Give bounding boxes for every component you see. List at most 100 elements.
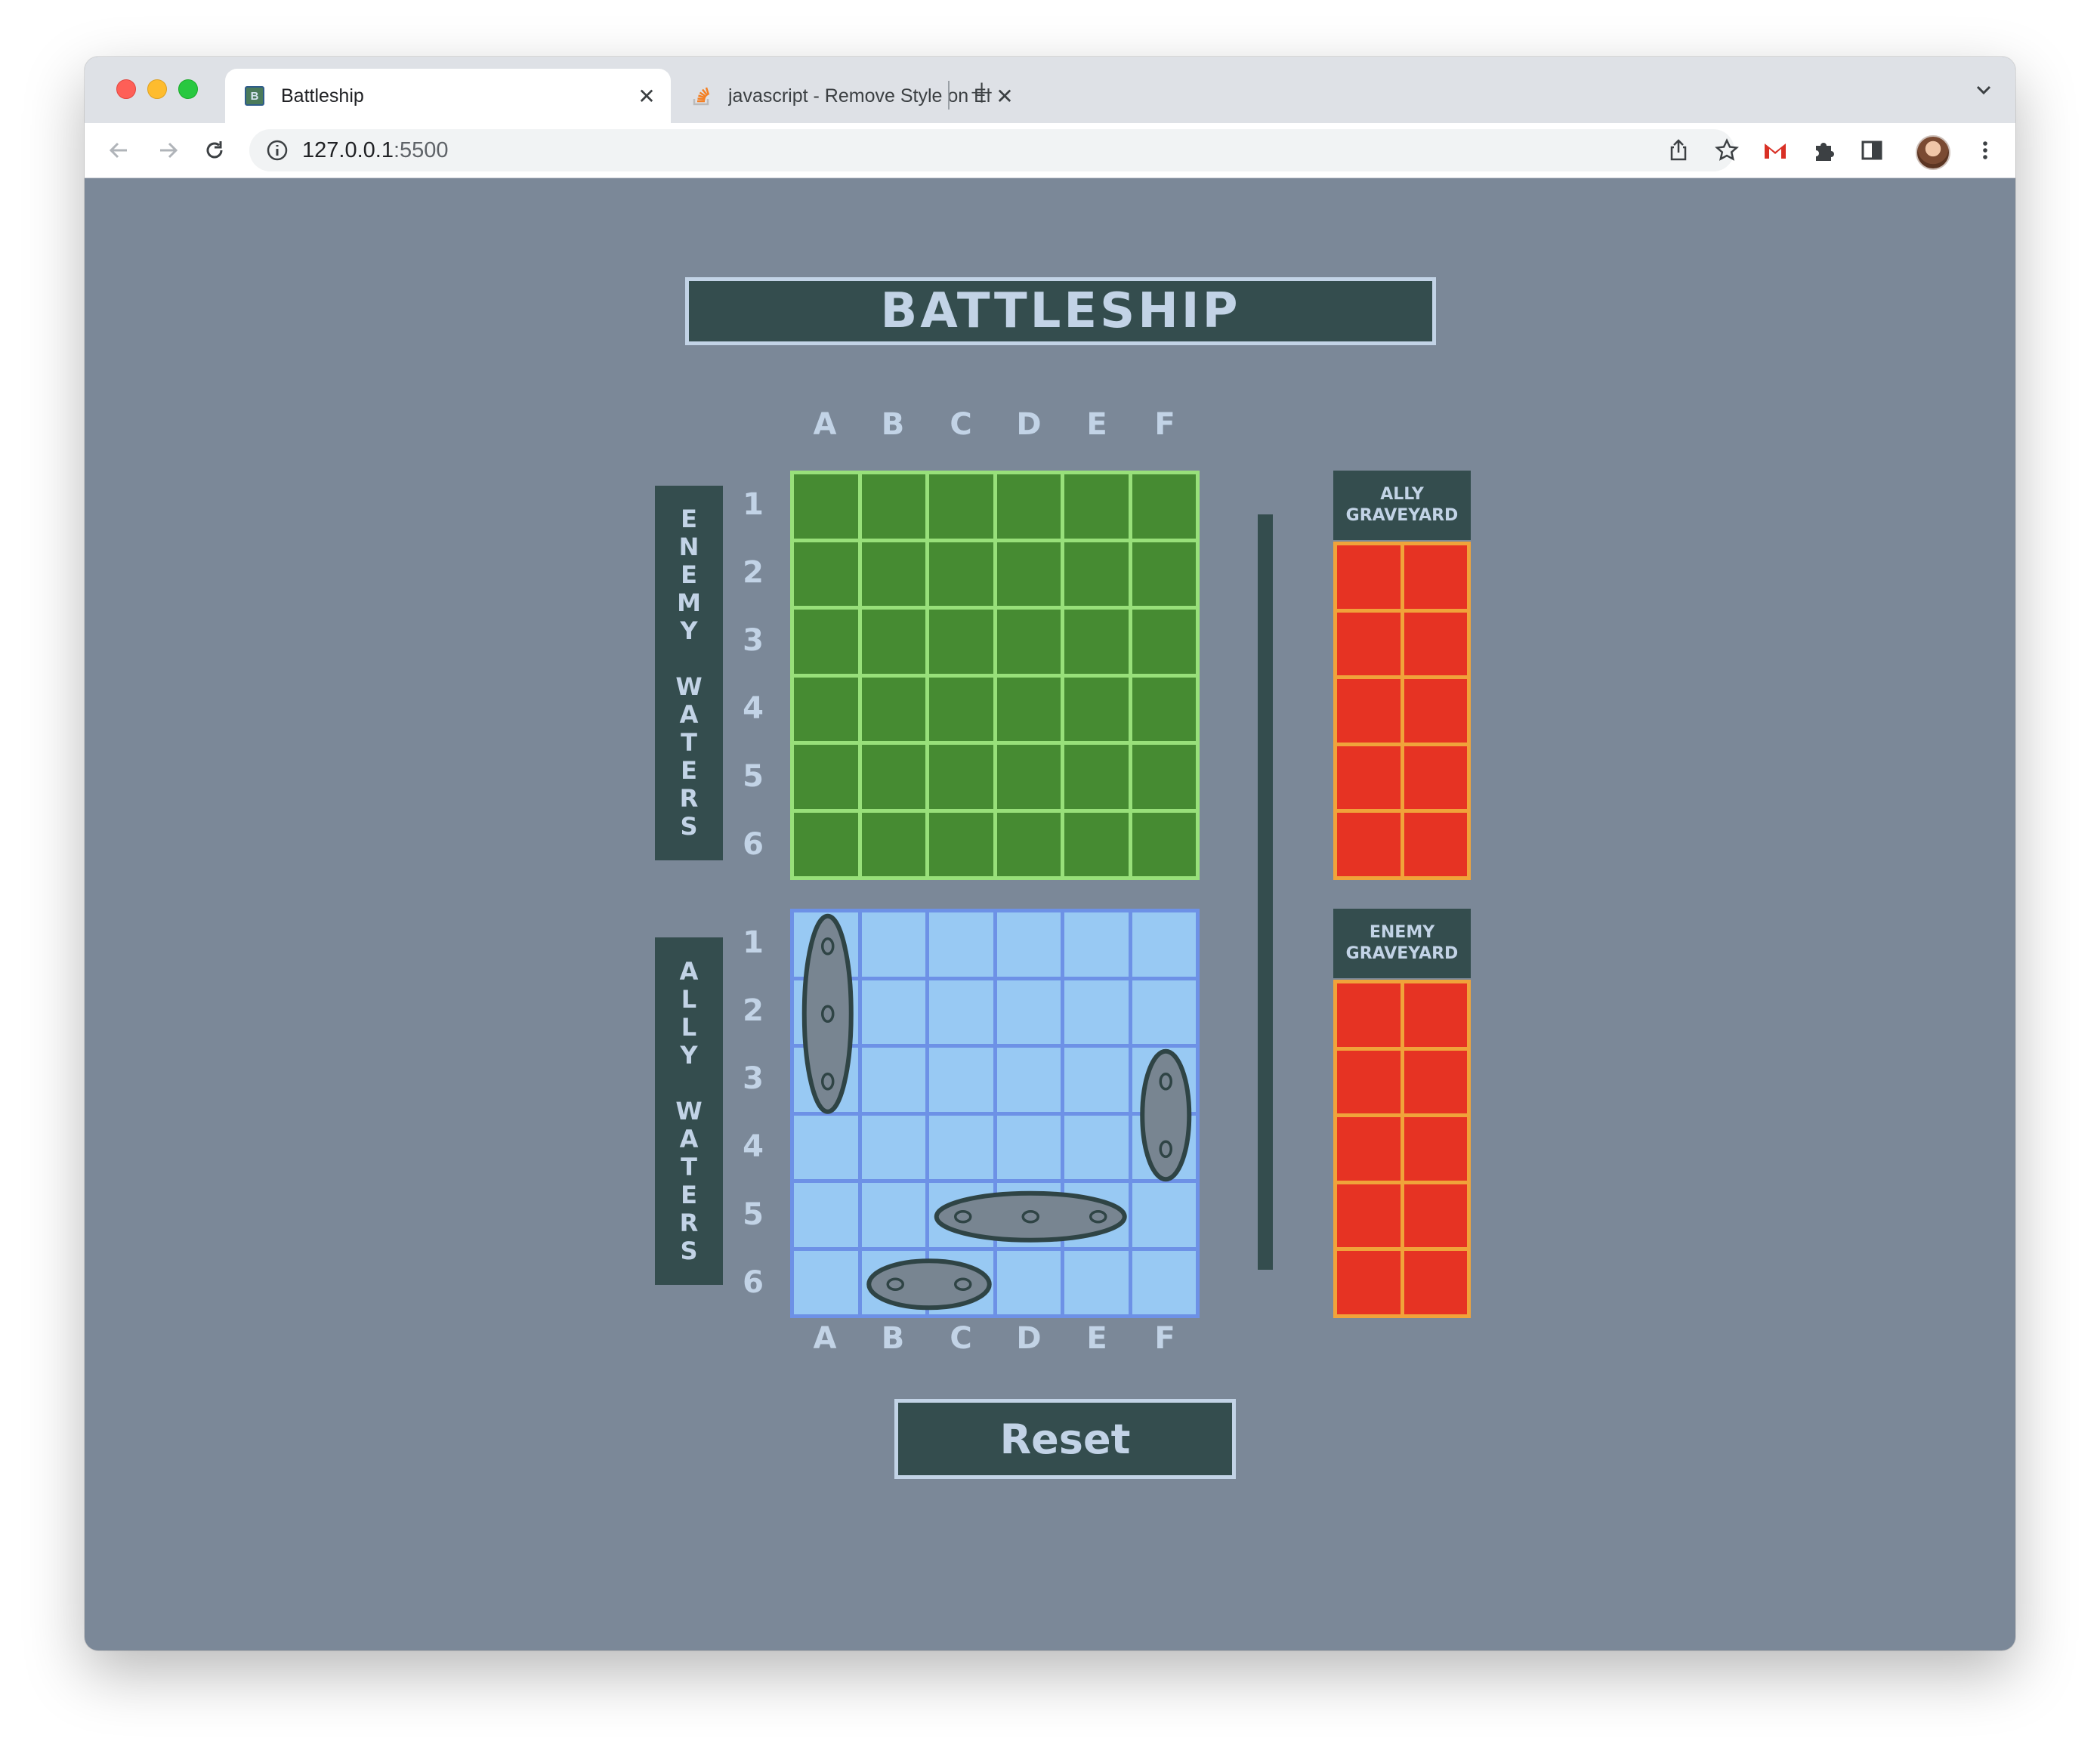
enemy-cell-F6[interactable] (1132, 812, 1196, 876)
minimize-window-button[interactable] (147, 79, 167, 99)
ally-cell-D2[interactable] (996, 980, 1061, 1044)
enemy-cell-C6[interactable] (929, 812, 993, 876)
close-window-button[interactable] (116, 79, 136, 99)
ally-cell-B6[interactable] (861, 1250, 925, 1314)
enemy-cell-C3[interactable] (929, 610, 993, 674)
ally-cell-A2[interactable] (794, 980, 858, 1044)
ally-cell-B4[interactable] (861, 1115, 925, 1179)
tab-close-icon[interactable]: ✕ (994, 84, 1015, 109)
ally-cell-E2[interactable] (1064, 980, 1129, 1044)
enemy-cell-F4[interactable] (1132, 677, 1196, 741)
ally-cell-D5[interactable] (996, 1183, 1061, 1247)
enemy-cell-D2[interactable] (996, 542, 1061, 606)
chevron-down-icon[interactable] (1973, 79, 1994, 100)
forward-arrow-icon[interactable] (154, 137, 181, 164)
enemy-cell-B6[interactable] (861, 812, 925, 876)
enemy-cell-D6[interactable] (996, 812, 1061, 876)
ally-cell-B2[interactable] (861, 980, 925, 1044)
enemy-cell-B1[interactable] (861, 474, 925, 539)
enemy-cell-B5[interactable] (861, 745, 925, 809)
share-icon[interactable] (1665, 137, 1692, 164)
ally-cell-F2[interactable] (1132, 980, 1196, 1044)
address-bar[interactable]: 127.0.0.1:5500 (249, 129, 1734, 171)
ally-row-labels: 1 2 3 4 5 6 (734, 909, 772, 1317)
more-menu-icon[interactable] (1972, 137, 1999, 164)
ally-column-labels: A B C D E F (791, 1321, 1199, 1356)
ally-cell-D1[interactable] (996, 912, 1061, 977)
ally-cell-C4[interactable] (929, 1115, 993, 1179)
ally-cell-E3[interactable] (1064, 1048, 1129, 1112)
reload-icon[interactable] (201, 137, 228, 164)
extensions-puzzle-icon[interactable] (1810, 137, 1837, 164)
enemy-cell-D1[interactable] (996, 474, 1061, 539)
enemy-cell-B2[interactable] (861, 542, 925, 606)
ally-cell-F6[interactable] (1132, 1250, 1196, 1314)
ally-cell-C5[interactable] (929, 1183, 993, 1247)
enemy-cell-F5[interactable] (1132, 745, 1196, 809)
enemy-cell-A1[interactable] (794, 474, 858, 539)
enemy-cell-A2[interactable] (794, 542, 858, 606)
ally-cell-F1[interactable] (1132, 912, 1196, 977)
ally-cell-F3[interactable] (1132, 1048, 1196, 1112)
enemy-cell-E1[interactable] (1064, 474, 1129, 539)
enemy-cell-A4[interactable] (794, 677, 858, 741)
ally-cell-A1[interactable] (794, 912, 858, 977)
enemy-cell-C2[interactable] (929, 542, 993, 606)
enemy-cell-C4[interactable] (929, 677, 993, 741)
enemy-cell-C1[interactable] (929, 474, 993, 539)
ally-cell-C2[interactable] (929, 980, 993, 1044)
ally-cell-D4[interactable] (996, 1115, 1061, 1179)
tab-battleship[interactable]: B Battleship ✕ (225, 69, 671, 123)
enemy-graveyard-header: ENEMY GRAVEYARD (1333, 909, 1471, 978)
side-panel-icon[interactable] (1858, 137, 1885, 164)
ally-cell-E6[interactable] (1064, 1250, 1129, 1314)
ally-cell-C6[interactable] (929, 1250, 993, 1314)
bookmark-star-icon[interactable] (1713, 137, 1740, 164)
ally-cell-E4[interactable] (1064, 1115, 1129, 1179)
ally-cell-B1[interactable] (861, 912, 925, 977)
new-tab-button[interactable]: + (968, 73, 995, 110)
column-label: D (1016, 407, 1042, 442)
enemy-cell-F2[interactable] (1132, 542, 1196, 606)
ally-cell-A5[interactable] (794, 1183, 858, 1247)
enemy-cell-A5[interactable] (794, 745, 858, 809)
enemy-cell-E6[interactable] (1064, 812, 1129, 876)
enemy-cell-E5[interactable] (1064, 745, 1129, 809)
enemy-cell-E2[interactable] (1064, 542, 1129, 606)
ally-cell-E5[interactable] (1064, 1183, 1129, 1247)
ally-cell-D3[interactable] (996, 1048, 1061, 1112)
enemy-cell-E3[interactable] (1064, 610, 1129, 674)
ally-cell-B3[interactable] (861, 1048, 925, 1112)
enemy-cell-B3[interactable] (861, 610, 925, 674)
ally-cell-F5[interactable] (1132, 1183, 1196, 1247)
enemy-cell-A6[interactable] (794, 812, 858, 876)
ally-cell-E1[interactable] (1064, 912, 1129, 977)
gmail-icon[interactable] (1762, 137, 1789, 164)
enemy-cell-E4[interactable] (1064, 677, 1129, 741)
ally-cell-C3[interactable] (929, 1048, 993, 1112)
ally-cell-D6[interactable] (996, 1250, 1061, 1314)
back-arrow-icon[interactable] (106, 137, 133, 164)
profile-avatar[interactable] (1916, 135, 1950, 170)
ally-cell-C1[interactable] (929, 912, 993, 977)
enemy-cell-F3[interactable] (1132, 610, 1196, 674)
reset-button[interactable]: Reset (894, 1399, 1236, 1479)
row-label: 1 (743, 487, 764, 522)
enemy-cell-C5[interactable] (929, 745, 993, 809)
enemy-cell-D3[interactable] (996, 610, 1061, 674)
maximize-window-button[interactable] (178, 79, 198, 99)
page-title: BATTLESHIP (685, 277, 1436, 345)
row-label: 2 (743, 555, 764, 590)
ally-cell-A4[interactable] (794, 1115, 858, 1179)
enemy-cell-A3[interactable] (794, 610, 858, 674)
ally-cell-A3[interactable] (794, 1048, 858, 1112)
enemy-cell-F1[interactable] (1132, 474, 1196, 539)
enemy-cell-D4[interactable] (996, 677, 1061, 741)
ally-cell-B5[interactable] (861, 1183, 925, 1247)
enemy-cell-D5[interactable] (996, 745, 1061, 809)
ally-cell-A6[interactable] (794, 1250, 858, 1314)
ally-cell-F4[interactable] (1132, 1115, 1196, 1179)
enemy-cell-B4[interactable] (861, 677, 925, 741)
info-icon[interactable] (266, 139, 289, 162)
tab-close-icon[interactable]: ✕ (636, 84, 657, 109)
